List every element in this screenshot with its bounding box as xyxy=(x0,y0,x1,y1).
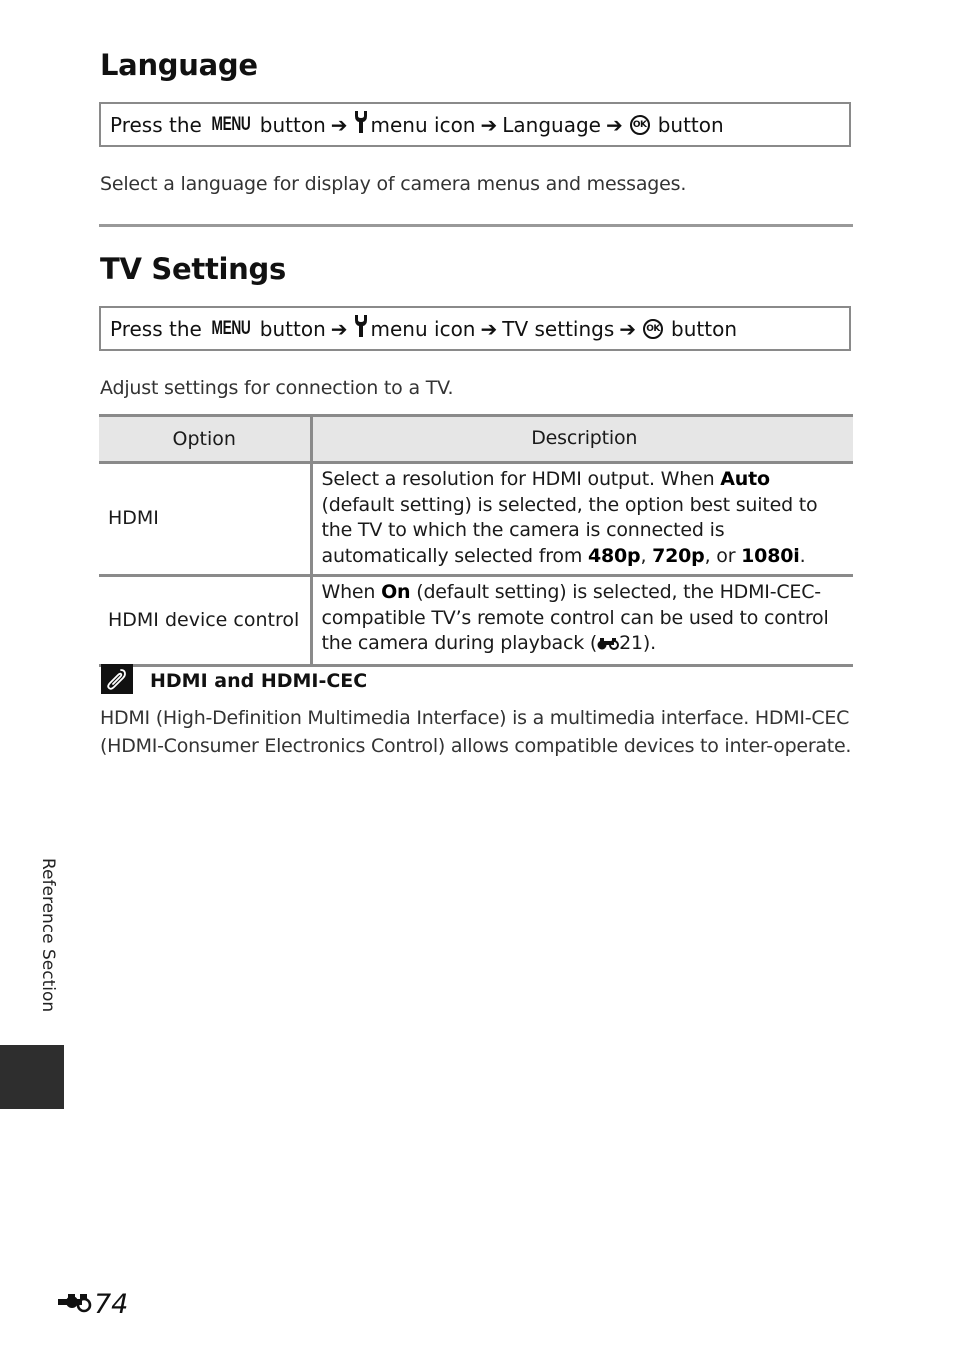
desc-bold-value: Auto xyxy=(720,468,770,490)
table-row: HDMI device control When On (default set… xyxy=(99,575,853,667)
procedure-item: TV settings xyxy=(502,316,615,341)
section-divider xyxy=(99,224,853,227)
paperclip-note-icon xyxy=(101,664,133,694)
side-tab-label: Reference Section xyxy=(38,858,58,1013)
arrow-right-icon: ➔ xyxy=(619,316,637,341)
note-title: HDMI and HDMI-CEC xyxy=(150,670,368,692)
arrow-right-icon: ➔ xyxy=(480,112,498,137)
language-procedure-box: Press the MENU button ➔ menu icon ➔ Lang… xyxy=(99,102,851,147)
note-body: HDMI (High-Definition Multimedia Interfa… xyxy=(100,704,851,760)
page-number: 74 xyxy=(58,1289,128,1320)
tv-settings-description: Adjust settings for connection to a TV. xyxy=(100,377,454,399)
ok-button-icon: OK xyxy=(643,318,664,339)
arrow-right-icon: ➔ xyxy=(480,316,498,341)
reference-section-icon xyxy=(58,1292,92,1318)
procedure-menu-icon-label: menu icon xyxy=(370,112,476,137)
procedure-button-word: button xyxy=(259,112,326,137)
menu-button-glyph: MENU xyxy=(211,317,251,339)
note-line: (HDMI-Consumer Electronics Control) allo… xyxy=(100,735,852,757)
procedure-item: Language xyxy=(502,112,601,137)
procedure-prefix: Press the xyxy=(110,316,202,341)
language-description: Select a language for display of camera … xyxy=(100,173,687,195)
desc-text: . xyxy=(799,544,806,567)
note-line: HDMI (High-Definition Multimedia Interfa… xyxy=(100,707,850,729)
description-cell: When On (default setting) is selected, t… xyxy=(309,575,853,667)
desc-page-ref[interactable]: 21 xyxy=(619,632,643,654)
desc-text: Select a resolution for HDMI output. Whe… xyxy=(321,468,721,490)
procedure-suffix: button xyxy=(671,316,737,341)
desc-text: When xyxy=(321,581,382,603)
procedure-button-word: button xyxy=(259,316,326,341)
desc-text: , xyxy=(640,544,653,567)
arrow-right-icon: ➔ xyxy=(605,112,623,137)
ok-button-icon: OK xyxy=(629,114,650,135)
menu-button-glyph: MENU xyxy=(211,113,251,135)
option-cell: HDMI device control xyxy=(99,575,311,667)
desc-bold-value: 720p xyxy=(652,544,705,567)
option-cell: HDMI xyxy=(99,462,311,577)
arrow-right-icon: ➔ xyxy=(330,112,348,137)
language-heading: Language xyxy=(100,48,258,82)
table-header-row: Option Description xyxy=(99,414,853,464)
column-header-description: Description xyxy=(309,414,853,464)
tv-settings-heading: TV Settings xyxy=(100,252,286,286)
description-cell: Select a resolution for HDMI output. Whe… xyxy=(309,462,853,577)
tv-settings-options-table: Option Description HDMI Select a resolut… xyxy=(99,414,853,667)
desc-text: ). xyxy=(642,632,656,654)
procedure-prefix: Press the xyxy=(110,112,202,137)
reference-section-icon xyxy=(597,633,620,659)
arrow-right-icon: ➔ xyxy=(330,316,348,341)
column-header-option: Option xyxy=(99,414,311,464)
wrench-icon xyxy=(354,315,368,342)
tv-settings-procedure-box: Press the MENU button ➔ menu icon ➔ TV s… xyxy=(99,306,851,351)
page-number-value: 74 xyxy=(94,1289,129,1320)
desc-text: , or xyxy=(704,544,742,567)
procedure-suffix: button xyxy=(657,112,724,137)
desc-bold-value: On xyxy=(381,581,411,603)
side-tab-marker xyxy=(0,1045,64,1109)
wrench-icon xyxy=(354,111,368,138)
procedure-menu-icon-label: menu icon xyxy=(370,316,476,341)
table-row: HDMI Select a resolution for HDMI output… xyxy=(99,462,853,577)
desc-bold-value: 480p xyxy=(587,544,641,567)
desc-bold-value: 1080i xyxy=(741,544,800,567)
